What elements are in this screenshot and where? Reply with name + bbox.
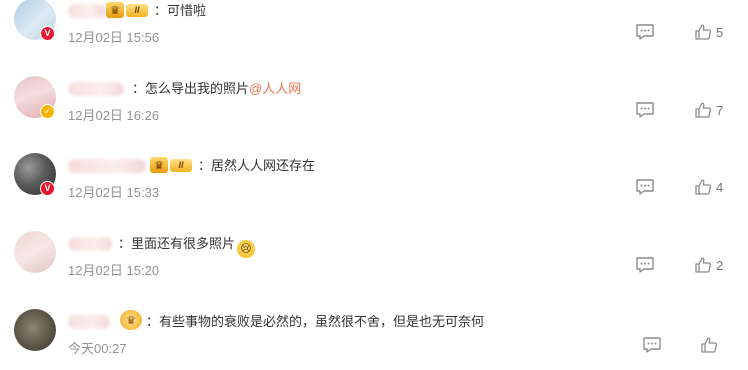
crying-face-emoji-icon: 😢 — [237, 240, 256, 258]
verified-badge-icon: V — [40, 181, 55, 196]
verified-badge-icon: ✓ — [40, 104, 55, 119]
verified-badge-icon: V — [40, 26, 55, 41]
like-button[interactable]: 4 — [694, 175, 723, 199]
comment-time[interactable]: 12月02日 15:56 — [68, 27, 159, 46]
avatar[interactable] — [14, 309, 56, 351]
comment-time[interactable]: 今天00:27 — [68, 338, 127, 357]
like-count: 4 — [716, 179, 724, 195]
like-button[interactable] — [700, 333, 722, 357]
comment-icon — [636, 257, 654, 273]
comment-text: ：里面还有很多照片 😢 — [118, 235, 256, 258]
reply-button[interactable] — [633, 253, 657, 277]
comment-text: ：可惜啦 — [154, 3, 207, 18]
username-blurred[interactable] — [68, 237, 112, 251]
crown-gem-icon: ♛ — [106, 2, 124, 18]
reply-button[interactable] — [633, 20, 657, 44]
username-blurred[interactable] — [68, 159, 146, 173]
like-button[interactable]: 5 — [694, 20, 723, 44]
comment-item: V ♛ II ：可惜啦 12月02日 15:56 5 — [0, 0, 748, 58]
comment-time[interactable]: 12月02日 15:20 — [68, 260, 159, 279]
like-count: 5 — [716, 24, 724, 40]
comment-item: ：里面还有很多照片 😢 12月02日 15:20 2 — [0, 215, 748, 291]
thumbs-up-icon — [695, 24, 712, 40]
comment-item: V ♛ II ：居然人人网还存在 12月02日 15:33 4 — [0, 137, 748, 213]
comment-item: ✓ ：怎么导出我的照片@人人网 12月02日 16:26 7 — [0, 60, 748, 136]
thumbs-up-icon — [695, 102, 712, 118]
like-count: 7 — [716, 102, 724, 118]
reply-button[interactable] — [640, 333, 664, 357]
thumbs-up-icon — [695, 179, 712, 195]
crown-gem-icon: ♛ — [150, 157, 168, 173]
avatar[interactable] — [14, 231, 56, 273]
crown-icon[interactable]: ♛ — [120, 310, 142, 330]
comment-text: ：有些事物的衰败是必然的，虽然很不舍，但是也无可奈何 — [146, 314, 485, 329]
reply-button[interactable] — [633, 98, 657, 122]
comment-icon — [636, 179, 654, 195]
comment-item: ♛ ：有些事物的衰败是必然的，虽然很不舍，但是也无可奈何 今天00:27 — [0, 293, 748, 369]
like-button[interactable]: 7 — [694, 98, 723, 122]
username-blurred[interactable] — [68, 82, 124, 96]
like-button[interactable]: 2 — [694, 253, 723, 277]
thumbs-up-icon — [695, 257, 712, 273]
crown-level: II — [126, 3, 148, 17]
like-count: 2 — [716, 257, 724, 273]
username-blurred[interactable] — [68, 315, 110, 329]
comment-icon — [636, 24, 654, 40]
mention-link[interactable]: @人人网 — [249, 81, 301, 96]
comment-time[interactable]: 12月02日 16:26 — [68, 105, 159, 124]
crown-level: II — [170, 158, 192, 172]
crown-icon[interactable]: ♛ II — [106, 1, 150, 19]
comment-text: ：居然人人网还存在 — [198, 158, 316, 173]
comment-icon — [643, 337, 661, 353]
comment-text: ：怎么导出我的照片@人人网 — [132, 81, 302, 96]
crown-icon[interactable]: ♛ II — [150, 156, 194, 174]
reply-button[interactable] — [633, 175, 657, 199]
comment-icon — [636, 102, 654, 118]
comment-time[interactable]: 12月02日 15:33 — [68, 182, 159, 201]
username-blurred[interactable] — [68, 4, 106, 18]
thumbs-up-icon — [701, 337, 718, 353]
